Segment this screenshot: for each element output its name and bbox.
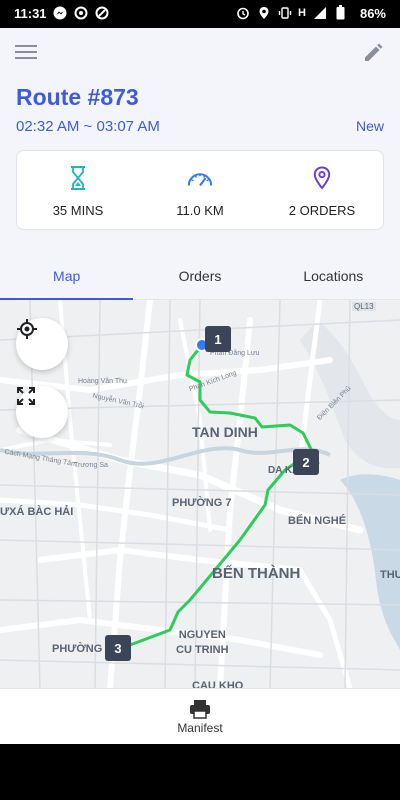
messenger-icon (52, 5, 67, 20)
status-time: 11:31 (14, 6, 47, 21)
app-icon (94, 5, 109, 20)
map-label-cu-xa-bac-hai: ƯXÁ BÀC HẢI (0, 506, 74, 518)
vibrate-icon (277, 5, 292, 20)
hourglass-icon (64, 165, 92, 191)
alarm-icon (235, 5, 250, 20)
top-bar (0, 28, 400, 80)
street-label: Trương Sa (74, 462, 108, 469)
stat-distance: 11.0 KM (139, 151, 261, 229)
location-icon (256, 5, 271, 20)
map-label-ben-nghe: BẾN NGHÉ (288, 515, 347, 527)
location-icon (73, 5, 88, 20)
map-label-cau-kho: CAU KHO (192, 680, 244, 688)
battery-percent: 86% (359, 6, 386, 21)
route-title: Route #873 (16, 84, 139, 110)
tab-locations[interactable]: Locations (267, 252, 400, 299)
tab-orders[interactable]: Orders (133, 252, 266, 299)
printer-icon (190, 699, 210, 719)
stat-duration-value: 35 MINS (52, 203, 104, 218)
crosshair-icon (17, 319, 37, 339)
map-pin-icon (308, 165, 336, 191)
street-label: Hoàng Văn Thụ (78, 378, 127, 385)
stat-duration: 35 MINS (17, 151, 139, 229)
status-bar: 11:31 H 86% (0, 0, 400, 28)
route-marker-3[interactable]: 3 (105, 635, 131, 661)
battery-icon (333, 5, 348, 20)
map-label-nguyen-cu-trinh: NGUYEN CU TRINH (176, 629, 229, 657)
manifest-label: Manifest (177, 720, 223, 735)
system-nav-bar (0, 744, 400, 800)
expand-icon (17, 387, 35, 405)
signal-letter: H (298, 6, 306, 19)
pencil-icon[interactable] (362, 42, 386, 66)
my-location-button[interactable] (16, 318, 68, 370)
route-status-badge: New (355, 118, 384, 134)
stat-orders: 2 ORDERS (261, 151, 383, 229)
signal-icon (312, 5, 327, 20)
speedometer-icon (186, 165, 214, 191)
map-label-thu: THU (380, 569, 400, 581)
manifest-button[interactable]: Manifest (0, 688, 400, 744)
map-label-ben-thanh: BẾN THÀNH (212, 565, 301, 582)
app-screen: Route #873 02:32 AM ~ 03:07 AM New 35 MI… (0, 28, 400, 744)
route-stats-card: 35 MINS 11.0 KM 2 ORDERS (16, 150, 384, 230)
map-label-tan-dinh: TAN DINH (192, 424, 258, 440)
fit-route-button[interactable] (16, 386, 68, 438)
status-right-icons: H (235, 5, 348, 20)
street-label: QL13 (352, 302, 376, 311)
route-map[interactable]: TAN DINH DA KAO PHƯỜNG 7 BẾN NGHÉ BẾN TH… (0, 300, 400, 688)
route-marker-1[interactable]: 1 (205, 326, 231, 352)
status-left-icons (52, 5, 109, 20)
stat-distance-value: 11.0 KM (176, 203, 224, 218)
route-time-range: 02:32 AM ~ 03:07 AM (16, 118, 160, 135)
hamburger-menu-icon[interactable] (14, 42, 40, 66)
map-label-phuong: PHƯỜNG (52, 643, 103, 655)
route-tabs: Map Orders Locations (0, 252, 400, 300)
stat-orders-value: 2 ORDERS (288, 203, 356, 218)
map-label-phuong-7: PHƯỜNG 7 (172, 497, 232, 509)
tab-map[interactable]: Map (0, 252, 134, 300)
route-marker-2[interactable]: 2 (293, 449, 319, 475)
